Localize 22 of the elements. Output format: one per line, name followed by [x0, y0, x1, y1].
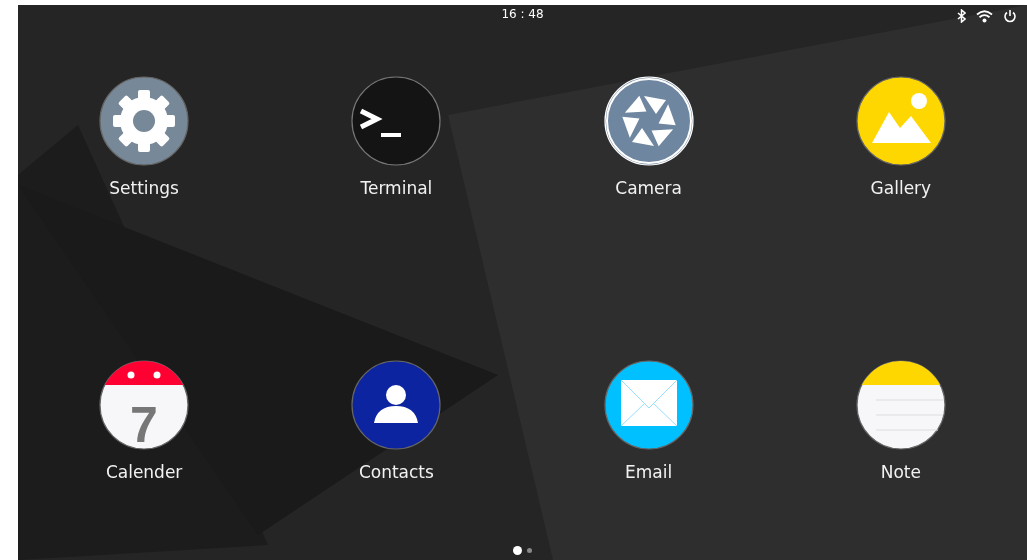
app-launcher[interactable]: Settings — [99, 76, 190, 198]
envelope-icon — [603, 360, 694, 450]
power-icon — [1003, 9, 1017, 23]
app-launcher[interactable]: Camera — [603, 76, 694, 198]
terminal-icon — [351, 76, 442, 166]
app-launcher[interactable]: Contacts — [351, 360, 442, 482]
person-icon — [351, 360, 442, 450]
app-launcher[interactable]: Note — [855, 360, 946, 482]
picture-icon — [855, 76, 946, 166]
page-indicator-dot[interactable] — [513, 546, 522, 555]
app-launcher[interactable]: Terminal — [351, 76, 442, 198]
aperture-icon — [603, 76, 694, 166]
app-launcher[interactable]: 7 Calender — [99, 360, 190, 482]
app-launcher[interactable]: Email — [603, 360, 694, 482]
clock-time: 16 : 48 — [501, 7, 544, 21]
bluetooth-icon — [957, 9, 966, 23]
page-indicator-dot[interactable] — [527, 548, 532, 553]
calendar-icon: 7 — [99, 360, 190, 450]
gear-icon — [99, 76, 190, 166]
notepad-icon — [855, 360, 946, 450]
app-launcher[interactable]: Gallery — [855, 76, 946, 198]
wifi-icon — [976, 9, 993, 23]
